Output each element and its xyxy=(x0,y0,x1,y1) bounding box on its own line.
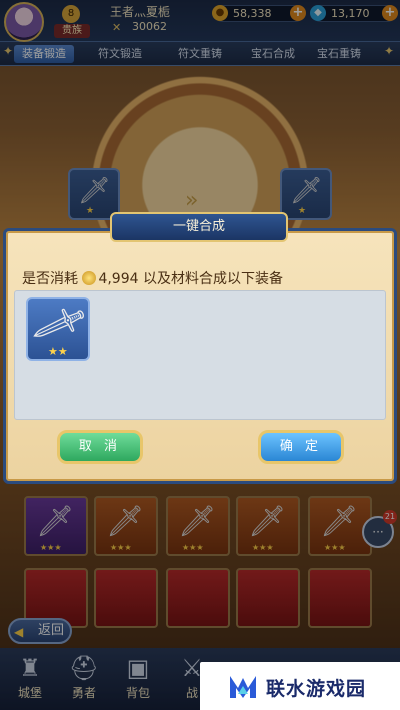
star-rating: ★★ xyxy=(48,345,68,358)
dialog-prompt: 是否消耗 4,994 以及材料合成以下装备 xyxy=(22,271,283,287)
watermark: 联水游戏园 xyxy=(200,662,400,710)
dialog-title: 一键合成 xyxy=(110,212,288,242)
result-equipment-item[interactable]: 🗡 ★★ xyxy=(26,295,91,361)
coin-icon xyxy=(82,271,97,285)
watermark-logo-icon xyxy=(230,676,256,698)
game-screen: 8 贵族 王者灬夏栀 ✕ 30062 ● 58,338 + ◆ 13,170 +… xyxy=(0,0,400,710)
cancel-button[interactable]: 取 消 xyxy=(57,430,143,464)
confirm-button[interactable]: 确 定 xyxy=(258,430,344,464)
cost-value: 4,994 xyxy=(98,271,139,287)
